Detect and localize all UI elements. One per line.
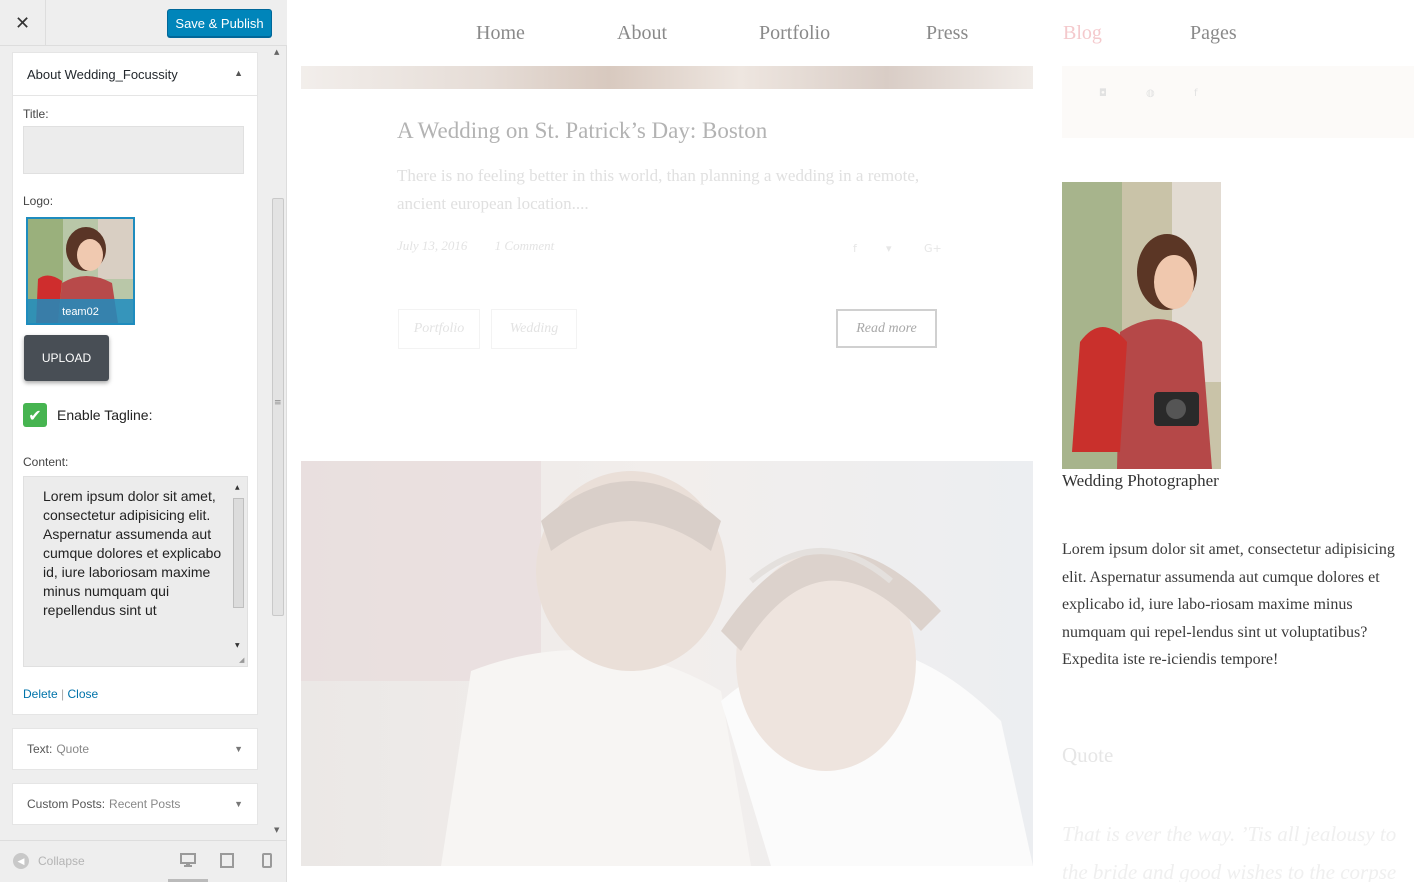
nav-blog[interactable]: Blog (1063, 22, 1102, 45)
nav-pages[interactable]: Pages (1190, 22, 1237, 45)
facebook-icon[interactable]: f (1194, 88, 1198, 99)
share-facebook-icon[interactable]: f (853, 242, 857, 255)
customizer-header: ✕ Save & Publish (0, 0, 287, 46)
content-textarea[interactable]: Lorem ipsum dolor sit amet, consectetur … (23, 476, 248, 667)
about-text: Lorem ipsum dolor sit amet, consectetur … (1062, 541, 1395, 668)
collapse-arrow-icon: ◀ (13, 853, 29, 869)
scroll-down-icon[interactable]: ▼ (274, 826, 279, 834)
textarea-scrollbar-thumb[interactable] (233, 498, 244, 608)
collapse-label: Collapse (38, 854, 85, 868)
share-twitter-icon[interactable]: ▾ (886, 242, 892, 255)
pinterest-icon[interactable]: ◍ (1146, 88, 1155, 99)
read-more-button[interactable]: Read more (836, 309, 937, 348)
social-links-bar: ◘ ◍ f (1062, 66, 1414, 138)
logo-label: Logo: (23, 194, 54, 208)
logo-thumbnail[interactable]: team02 (26, 217, 135, 325)
desktop-preview-icon[interactable] (180, 853, 196, 871)
expand-arrow-icon[interactable]: ▼ (234, 799, 243, 809)
main-navigation: Home About Portfolio Press Blog Pages (288, 0, 1427, 66)
nav-about[interactable]: About (617, 22, 667, 45)
scroll-grip-icon: ≡ (274, 398, 282, 408)
expand-arrow-icon[interactable]: ▼ (234, 744, 243, 754)
instagram-icon[interactable]: ◘ (1099, 88, 1107, 99)
previous-post-image (301, 66, 1033, 89)
resize-handle-icon[interactable]: ◢ (239, 656, 244, 664)
wedding-photo-graphic (301, 461, 1033, 866)
tag-wedding[interactable]: Wedding (491, 309, 577, 349)
logo-caption: team02 (28, 299, 133, 323)
links-separator: | (61, 687, 65, 701)
mobile-preview-icon[interactable] (262, 853, 272, 872)
recent-widget-type: Custom Posts: (27, 797, 106, 811)
about-widget: About Wedding_Focussity ▲ Title: Logo: t… (12, 52, 258, 715)
quote-widget[interactable]: Text: Quote ▼ (12, 728, 258, 770)
collapse-arrow-icon[interactable]: ▲ (234, 68, 243, 78)
widget-actions: Delete | Close (23, 687, 98, 701)
enable-tagline-checkbox[interactable]: ✔ (23, 403, 47, 427)
nav-home[interactable]: Home (476, 22, 525, 45)
close-customizer-button[interactable]: ✕ (0, 0, 46, 46)
photographer-caption: Wedding Photographer (1062, 471, 1219, 490)
quote-widget-name: Quote (56, 742, 90, 756)
post-date: July 13, 2016 (397, 238, 468, 253)
content-label: Content: (23, 455, 69, 469)
share-googleplus-icon[interactable]: G+ (924, 242, 942, 255)
tablet-preview-icon[interactable] (220, 853, 234, 872)
about-widget-title: About Wedding_Focussity (27, 66, 178, 82)
recent-widget-name: Recent Posts (109, 797, 181, 811)
post-meta: July 13, 2016 1 Comment (397, 238, 578, 254)
collapse-button[interactable]: ◀ Collapse (13, 853, 85, 869)
about-widget-header[interactable]: About Wedding_Focussity ▲ (13, 53, 257, 96)
quote-widget-type: Text: (27, 742, 53, 756)
customizer-panel: ✕ Save & Publish ▲ ≡ ▼ About Wedding_Foc… (0, 0, 287, 882)
close-link[interactable]: Close (68, 687, 99, 701)
nav-press[interactable]: Press (926, 22, 968, 45)
textarea-scroll-up-icon[interactable]: ▲ (235, 484, 240, 491)
title-label: Title: (23, 107, 49, 121)
upload-button[interactable]: UPLOAD (24, 335, 109, 381)
tag-portfolio[interactable]: Portfolio (398, 309, 480, 349)
post-excerpt: There is no feeling better in this world… (397, 166, 920, 213)
post-title[interactable]: A Wedding on St. Patrick’s Day: Boston (397, 118, 767, 144)
wedding-couple-image[interactable] (301, 461, 1033, 866)
photographer-image (1062, 182, 1221, 469)
quote-text: That is ever the way. ’Tis all jealousy … (1062, 822, 1397, 882)
textarea-scrollbar[interactable]: ▲ ▼ (233, 482, 244, 654)
textarea-scroll-down-icon[interactable]: ▼ (235, 642, 240, 649)
photographer-photo-graphic (1062, 182, 1221, 469)
quote-heading: Quote (1062, 743, 1114, 767)
save-publish-button[interactable]: Save & Publish (167, 9, 272, 37)
delete-link[interactable]: Delete (23, 687, 58, 701)
scroll-up-icon[interactable]: ▲ (274, 48, 279, 56)
enable-tagline-label: Enable Tagline: (57, 407, 153, 423)
recent-posts-widget[interactable]: Custom Posts: Recent Posts ▼ (12, 783, 258, 825)
site-preview: Home About Portfolio Press Blog Pages A … (288, 0, 1427, 882)
post-comments[interactable]: 1 Comment (495, 238, 555, 253)
close-icon: ✕ (14, 12, 31, 34)
nav-portfolio[interactable]: Portfolio (759, 22, 830, 45)
title-input[interactable] (23, 126, 244, 174)
customizer-footer: ◀ Collapse (0, 840, 286, 882)
panel-scrollbar[interactable]: ▲ ≡ ▼ (272, 46, 284, 838)
checkmark-icon: ✔ (28, 405, 42, 425)
